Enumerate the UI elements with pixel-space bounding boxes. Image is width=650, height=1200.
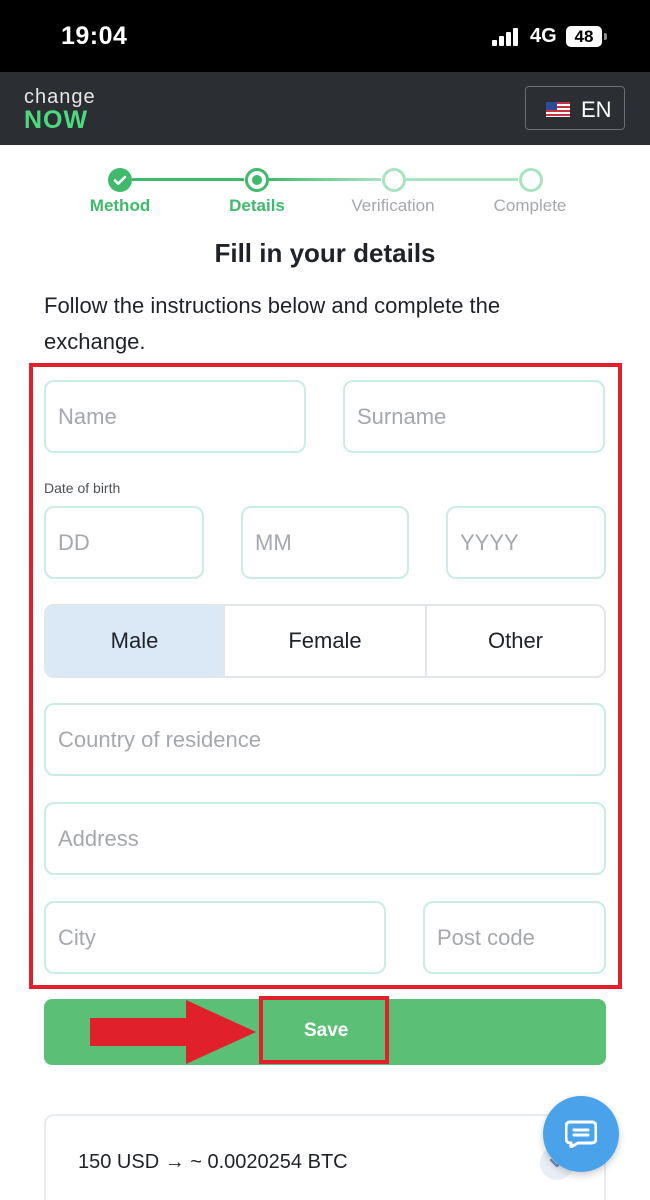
dob-day-input[interactable]: [58, 508, 190, 577]
progress-stepper: Method Details Verification Complete: [0, 160, 650, 220]
dob-day-field[interactable]: [44, 506, 204, 579]
status-bar: 19:04 4G 48: [0, 0, 650, 72]
address-input[interactable]: [58, 804, 592, 873]
step-method-check-icon: [108, 168, 132, 192]
chat-icon: [565, 1120, 597, 1148]
name-field[interactable]: [44, 380, 306, 453]
surname-field[interactable]: [343, 380, 605, 453]
surname-input[interactable]: [357, 382, 591, 451]
step-verification-indicator: [382, 168, 406, 192]
app-header: change NOW EN: [0, 72, 650, 145]
network-type: 4G: [530, 25, 557, 47]
language-button[interactable]: EN: [525, 86, 625, 130]
signal-icon: [492, 28, 522, 46]
language-label: EN: [581, 97, 612, 122]
dob-month-field[interactable]: [241, 506, 409, 579]
gender-female-option[interactable]: Female: [223, 606, 425, 676]
step-label-method: Method: [89, 196, 151, 215]
name-input[interactable]: [58, 382, 292, 451]
city-field[interactable]: [44, 901, 386, 974]
us-flag-icon: [546, 102, 570, 117]
gender-other-option[interactable]: Other: [425, 606, 604, 676]
step-connector: [269, 178, 381, 181]
exchange-summary-text: 150 USD → ~ 0.0020254 BTC: [78, 1151, 348, 1173]
status-time: 19:04: [61, 22, 128, 50]
step-connector: [132, 178, 244, 181]
red-arrow-icon: [90, 1000, 256, 1064]
postcode-field[interactable]: [423, 901, 606, 974]
battery-icon: 48: [566, 26, 602, 47]
gender-selector: Male Female Other: [44, 604, 606, 678]
step-details-indicator: [245, 168, 269, 192]
chat-button[interactable]: [543, 1096, 619, 1172]
dob-year-field[interactable]: [446, 506, 606, 579]
postcode-input[interactable]: [437, 903, 592, 972]
country-field[interactable]: [44, 703, 606, 776]
page-title: Fill in your details: [214, 238, 436, 268]
dob-year-input[interactable]: [460, 508, 592, 577]
exchange-summary-card[interactable]: 150 USD → ~ 0.0020254 BTC: [44, 1114, 606, 1200]
logo-bottom-text: NOW: [24, 106, 89, 134]
save-highlight-frame: [259, 996, 389, 1064]
gender-male-option[interactable]: Male: [46, 606, 223, 676]
address-field[interactable]: [44, 802, 606, 875]
dob-label: Date of birth: [44, 480, 121, 496]
step-label-details: Details: [229, 196, 285, 215]
step-label-complete: Complete: [493, 196, 567, 215]
step-label-verification: Verification: [351, 196, 435, 215]
step-connector: [406, 178, 518, 181]
page-subtitle: Follow the instructions below and comple…: [44, 293, 501, 354]
dob-month-input[interactable]: [255, 508, 395, 577]
step-complete-indicator: [519, 168, 543, 192]
country-input[interactable]: [58, 705, 592, 774]
city-input[interactable]: [58, 903, 372, 972]
battery-tip: [604, 33, 607, 40]
